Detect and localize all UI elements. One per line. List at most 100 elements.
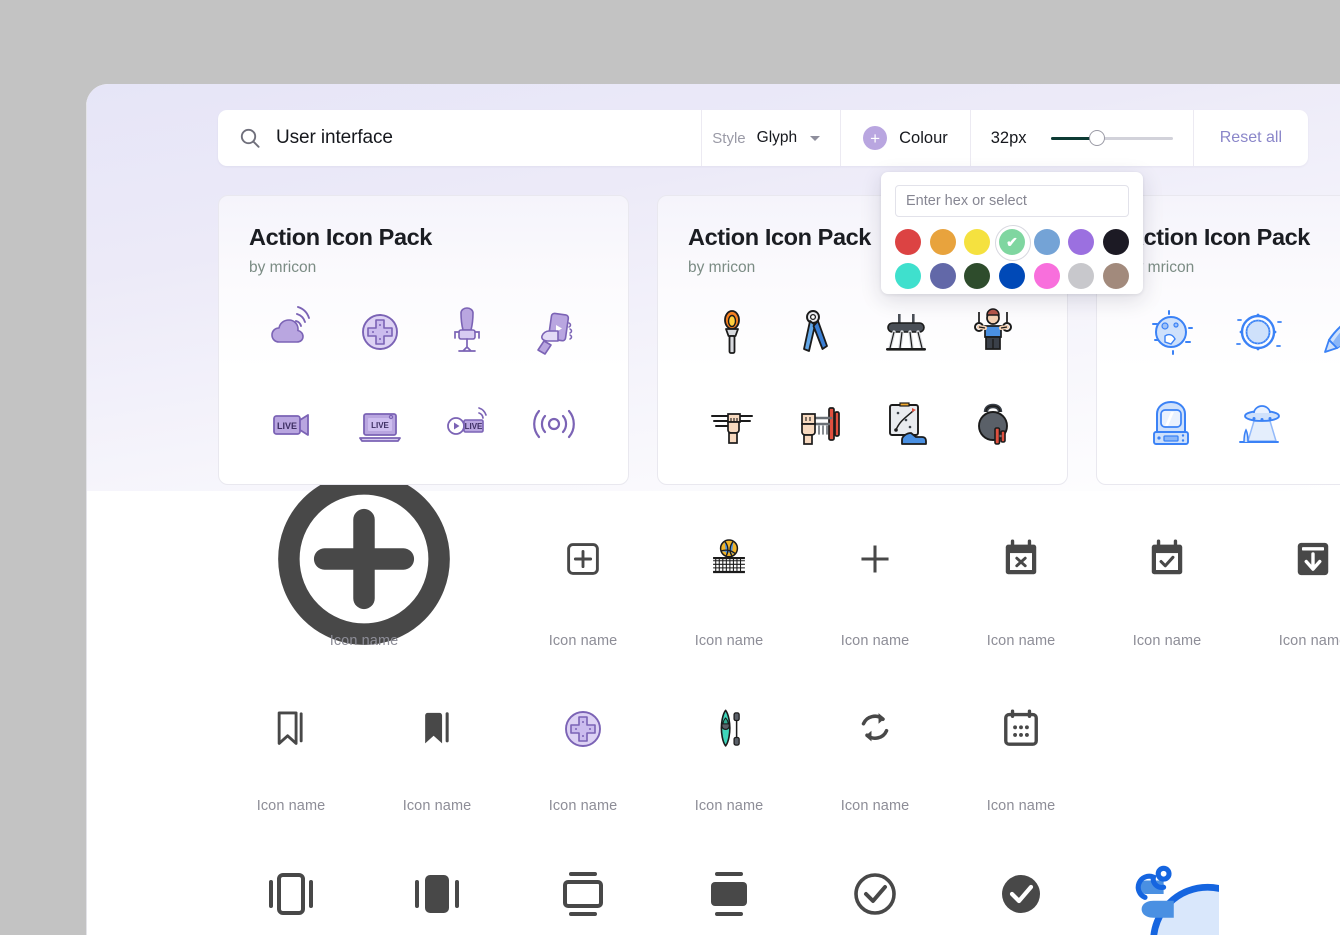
colour-swatch-7[interactable] (895, 263, 922, 289)
porthole-icon[interactable] (1214, 301, 1301, 363)
icon-grid-cell[interactable] (1094, 844, 1240, 935)
icon-grid-cell[interactable]: Icon name (948, 674, 1094, 814)
colour-swatch-8[interactable] (929, 263, 956, 289)
icon-grid-row: Icon name Icon name Icon name Icon name Icon… (218, 674, 1094, 814)
check-circle-outline-icon[interactable] (849, 844, 901, 935)
calendar-dots-icon[interactable] (999, 674, 1043, 784)
colour-swatch-6[interactable] (1102, 229, 1129, 255)
icon-grid-cell[interactable] (510, 844, 656, 935)
icon-grid-cell[interactable]: Icon name (1240, 499, 1340, 649)
icon-grid-cell[interactable]: Icon name (510, 499, 656, 649)
colour-swatch-5[interactable] (1068, 229, 1095, 255)
colour-swatch-0[interactable] (895, 229, 922, 255)
card-stack-filled-icon[interactable] (703, 844, 755, 935)
calendar-x-icon[interactable] (999, 499, 1043, 619)
gymnast-rings-icon[interactable] (950, 301, 1037, 363)
card-stack-outline-icon[interactable] (557, 844, 609, 935)
icon-grid-cell[interactable] (948, 844, 1094, 935)
pack-icon-row: LIVE LIVE LIVE (249, 301, 598, 455)
search-input[interactable] (276, 127, 702, 149)
icon-grid-cell[interactable]: Icon name (656, 499, 802, 649)
ufo-beam-icon[interactable] (1214, 393, 1301, 455)
icon-label: Icon name (694, 798, 764, 814)
plus-circle-outline-icon[interactable] (271, 473, 457, 645)
colour-swatch-13[interactable] (1102, 263, 1129, 289)
pommel-horse-icon[interactable] (863, 301, 950, 363)
icon-pack-card[interactable]: Action Icon Pack by mricon LIVE LIVE LIVE (218, 195, 629, 485)
volleyball-net-icon[interactable] (706, 499, 752, 619)
icon-grid-cell[interactable]: Icon name (1094, 499, 1240, 649)
icon-grid-cell[interactable] (218, 844, 364, 935)
tactics-board-shoe-icon[interactable] (863, 393, 950, 455)
colour-swatch-1[interactable] (929, 229, 956, 255)
colour-swatch-4[interactable] (1033, 229, 1060, 255)
size-slider[interactable] (1050, 130, 1173, 146)
rocket-ship-icon[interactable] (1302, 301, 1340, 363)
icon-label: Icon name (840, 633, 910, 649)
carousel-filled-icon[interactable] (411, 844, 463, 935)
colour-swatch-9[interactable] (964, 263, 991, 289)
colour-swatch-2[interactable] (964, 229, 991, 255)
space-helmet-icon[interactable] (1127, 393, 1214, 455)
app-window: Style Glyph + Colour 32px Reset all ✔ (86, 84, 1340, 935)
sidebar-divider (86, 84, 87, 935)
hand-gripper-icon[interactable] (775, 301, 862, 363)
live-camera-icon[interactable]: LIVE (249, 393, 336, 455)
style-selector[interactable]: Style Glyph (702, 110, 840, 166)
hand-phone-play-icon[interactable] (511, 301, 598, 363)
gaming-chair-icon[interactable] (424, 301, 511, 363)
icon-label: Icon name (840, 798, 910, 814)
bookmark-outline-icon[interactable] (269, 674, 313, 784)
icon-label: Icon name (986, 633, 1056, 649)
icon-results-grid: Icon name Icon name Icon name Icon name Icon… (86, 473, 1340, 935)
plus-thin-icon[interactable] (853, 499, 897, 619)
colour-swatch-12[interactable] (1068, 263, 1095, 289)
icon-grid-cell[interactable]: Icon name (218, 473, 510, 649)
icon-grid-cell[interactable]: Icon name (948, 499, 1094, 649)
check-circle-filled-icon[interactable] (995, 844, 1047, 935)
slider-thumb[interactable] (1088, 130, 1105, 146)
icon-label: Icon name (694, 633, 764, 649)
archive-download-icon[interactable] (1291, 499, 1335, 619)
live-laptop-icon[interactable]: LIVE (336, 393, 423, 455)
colour-label: Colour (899, 128, 948, 147)
sync-arrows-icon[interactable] (852, 674, 898, 784)
dpad-circle-icon[interactable] (557, 674, 609, 784)
carousel-outline-icon[interactable] (265, 844, 317, 935)
colour-swatch-11[interactable] (1033, 263, 1060, 289)
icon-grid-cell[interactable]: Icon name (510, 674, 656, 814)
icon-grid-cell[interactable] (656, 844, 802, 935)
icon-grid-cell[interactable]: Icon name (802, 674, 948, 814)
broadcast-waves-icon[interactable] (511, 393, 598, 455)
reset-all-button[interactable]: Reset all (1194, 110, 1308, 166)
chevron-down-icon[interactable] (810, 135, 821, 141)
icon-pack-cards: Action Icon Pack by mricon LIVE LIVE LIVE Act… (218, 195, 1340, 485)
icon-grid-cell[interactable] (802, 844, 948, 935)
kettlebell-dumbbell-icon[interactable] (950, 393, 1037, 455)
planet-blue-icon[interactable] (1115, 844, 1219, 935)
colour-button[interactable]: + Colour (841, 110, 970, 166)
icon-grid-cell[interactable] (364, 844, 510, 935)
dpad-circle-icon[interactable] (336, 301, 423, 363)
icon-grid-cell[interactable]: Icon name (656, 674, 802, 814)
icon-grid-cell[interactable]: Icon name (364, 674, 510, 814)
hex-input[interactable] (895, 185, 1129, 217)
moon-crater-icon[interactable] (1127, 301, 1214, 363)
calendar-check-icon[interactable] (1145, 499, 1189, 619)
bookmark-filled-icon[interactable] (415, 674, 459, 784)
colour-swatch-10[interactable] (998, 263, 1025, 289)
olympic-torch-icon[interactable] (688, 301, 775, 363)
style-value: Glyph (756, 129, 798, 146)
fist-speed-icon[interactable] (688, 393, 775, 455)
cloud-signal-icon[interactable] (249, 301, 336, 363)
fist-barbell-icon[interactable] (775, 393, 862, 455)
colour-swatch-3[interactable]: ✔ (994, 225, 1031, 261)
live-play-badge-icon[interactable]: LIVE (424, 393, 511, 455)
icon-grid-cell[interactable]: Icon name (802, 499, 948, 649)
colour-picker-popover: ✔ (881, 172, 1143, 294)
kayak-icon[interactable] (707, 674, 751, 784)
icon-grid-cell[interactable]: Icon name (218, 674, 364, 814)
plus-square-outline-icon[interactable] (561, 499, 605, 619)
style-label: Style (712, 129, 746, 147)
icon-label: Icon name (548, 798, 618, 814)
